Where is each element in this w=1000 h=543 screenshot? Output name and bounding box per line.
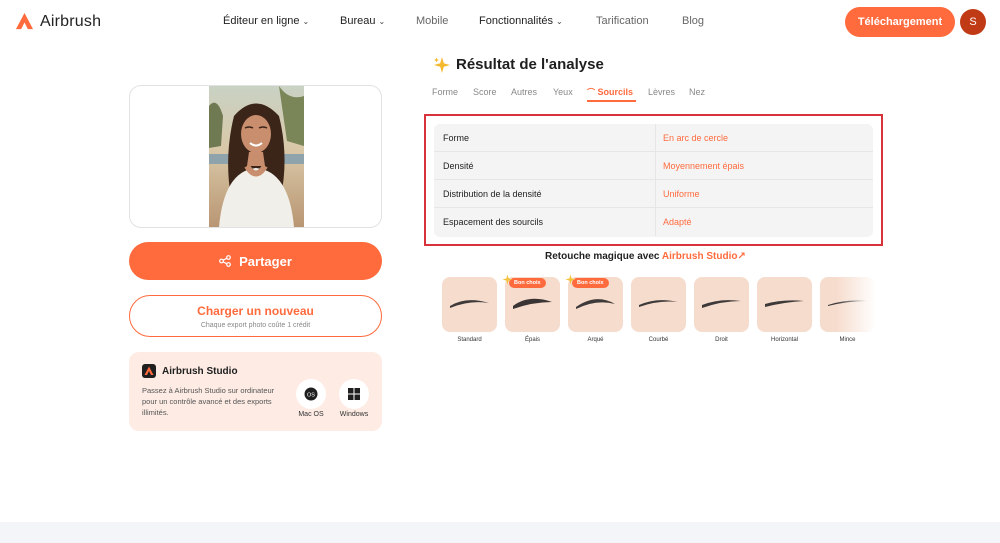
nav-features[interactable]: Fonctionnalités ⌄ — [479, 15, 563, 27]
row-value: Moyennement épais — [663, 161, 745, 171]
tab-nose[interactable]: Nez — [689, 87, 705, 97]
row-divider — [655, 208, 656, 236]
nav-online-editor[interactable]: Éditeur en ligne ⌄ — [223, 15, 309, 27]
table-row: Espacement des sourcils Adapté — [434, 208, 873, 236]
row-value: En arc de cercle — [663, 133, 729, 143]
row-divider — [655, 124, 656, 152]
studio-description: Passez à Airbrush Studio sur ordinateur … — [142, 386, 275, 417]
chevron-down-icon: ⌄ — [556, 16, 563, 26]
download-button[interactable]: Téléchargement — [845, 7, 955, 37]
eyebrow-straight-icon — [702, 300, 741, 308]
chevron-down-icon: ⌄ — [378, 16, 386, 26]
eyebrow-horizontal-icon — [765, 300, 804, 307]
nav-blog[interactable]: Blog — [682, 15, 704, 27]
nav-label: Éditeur en ligne — [223, 15, 300, 27]
active-tab-underline — [587, 100, 636, 102]
eyebrow-thick-icon — [513, 298, 552, 309]
nav-label: Fonctionnalités — [479, 15, 553, 27]
brow-style-curved[interactable] — [631, 277, 686, 332]
row-key: Densité — [443, 161, 474, 171]
badge-star-icon — [565, 274, 576, 285]
brow-style-label: Arqué — [587, 337, 604, 343]
brow-style-horizontal[interactable] — [757, 277, 812, 332]
sparkle-icon — [434, 57, 450, 73]
tab-eyes[interactable]: Yeux — [553, 87, 573, 97]
table-row: Densité Moyennement épais — [434, 152, 873, 180]
nav-label: Blog — [682, 15, 705, 27]
nav-label: Mobile — [416, 15, 449, 27]
table-row: Forme En arc de cercle — [434, 124, 873, 152]
eyebrow-analysis-highlight: Forme En arc de cercle Densité Moyenneme… — [424, 114, 883, 246]
tab-lips[interactable]: Lèvres — [648, 87, 675, 97]
airbrush-studio-promo: Airbrush Studio Passez à Airbrush Studio… — [129, 352, 382, 431]
airbrush-studio-link[interactable]: Airbrush Studio↗ — [662, 251, 746, 262]
nav-label: Bureau — [340, 15, 376, 27]
nav-mobile[interactable]: Mobile — [416, 15, 448, 27]
tab-score[interactable]: Score — [473, 87, 497, 97]
brow-style-label: Mince — [839, 337, 856, 343]
footer-band — [0, 522, 1000, 543]
table-row: Distribution de la densité Uniforme — [434, 180, 873, 208]
windows-label: Windows — [339, 411, 369, 418]
nav-pricing[interactable]: Tarification — [596, 15, 649, 27]
row-key: Distribution de la densité — [443, 189, 542, 199]
share-label: Partager — [239, 253, 292, 269]
svg-text:OS: OS — [307, 392, 315, 398]
portrait-photo — [209, 86, 304, 227]
carousel-fade-overlay — [836, 274, 876, 336]
good-choice-badge: Bon choix — [572, 278, 609, 288]
eyebrow-tab-icon: ⌒ — [587, 88, 595, 97]
macos-icon: OS — [304, 387, 318, 401]
retouch-prefix: Retouche magique avec — [545, 251, 660, 262]
row-key: Espacement des sourcils — [443, 217, 544, 227]
row-divider — [655, 152, 656, 180]
brow-style-label: Courbé — [648, 337, 669, 343]
user-avatar[interactable]: S — [960, 9, 986, 35]
uploaded-photo-card — [129, 85, 382, 228]
eyebrow-standard-icon — [450, 300, 489, 308]
eyebrow-curved-icon — [639, 300, 678, 307]
mac-download-button[interactable]: OS — [296, 379, 326, 409]
studio-title: Airbrush Studio — [162, 366, 238, 377]
row-key: Forme — [443, 133, 470, 143]
tab-others[interactable]: Autres — [511, 87, 537, 97]
upload-new-button[interactable]: Charger un nouveau Chaque export photo c… — [129, 295, 382, 337]
brow-style-label: Horizontal — [770, 337, 798, 343]
windows-icon — [348, 388, 360, 400]
external-link-arrow-icon: ↗ — [737, 251, 746, 262]
tab-eyebrows[interactable]: ⌒ Sourcils — [587, 87, 633, 98]
eyebrow-analysis-table: Forme En arc de cercle Densité Moyenneme… — [434, 124, 873, 237]
magic-retouch-heading: Retouche magique avec Airbrush Studio↗ — [545, 251, 746, 262]
good-choice-badge: Bon choix — [509, 278, 546, 288]
windows-download-button[interactable] — [339, 379, 369, 409]
tab-shape[interactable]: Forme — [432, 87, 458, 97]
share-icon — [219, 255, 232, 267]
chevron-down-icon: ⌄ — [302, 16, 310, 26]
airbrush-studio-icon — [142, 364, 156, 378]
row-divider — [655, 180, 656, 208]
brow-style-standard[interactable] — [442, 277, 497, 332]
brow-style-label: Épais — [524, 337, 540, 343]
nav-desktop[interactable]: Bureau ⌄ — [340, 15, 385, 27]
row-value: Adapté — [663, 217, 692, 227]
eyebrow-arched-icon — [576, 299, 615, 309]
portrait-illustration — [209, 86, 304, 227]
retouch-link-label: Airbrush Studio — [661, 251, 738, 262]
upload-label: Charger un nouveau — [197, 304, 314, 318]
brow-style-straight[interactable] — [694, 277, 749, 332]
tab-eyebrows-label: Sourcils — [597, 87, 634, 97]
nav-label: Tarification — [596, 15, 649, 27]
share-button[interactable]: Partager — [129, 242, 382, 280]
badge-star-icon — [502, 274, 513, 285]
brow-style-label: Droit — [715, 337, 728, 343]
row-value: Uniforme — [663, 189, 700, 199]
analysis-result-title: Résultat de l'analyse — [456, 56, 604, 73]
upload-credit-note: Chaque export photo coûte 1 crédit — [200, 322, 311, 329]
top-nav-bar: Airbrush Éditeur en ligne ⌄ Bureau ⌄ Mobil… — [0, 0, 1000, 44]
brow-style-label: Standard — [457, 337, 482, 343]
